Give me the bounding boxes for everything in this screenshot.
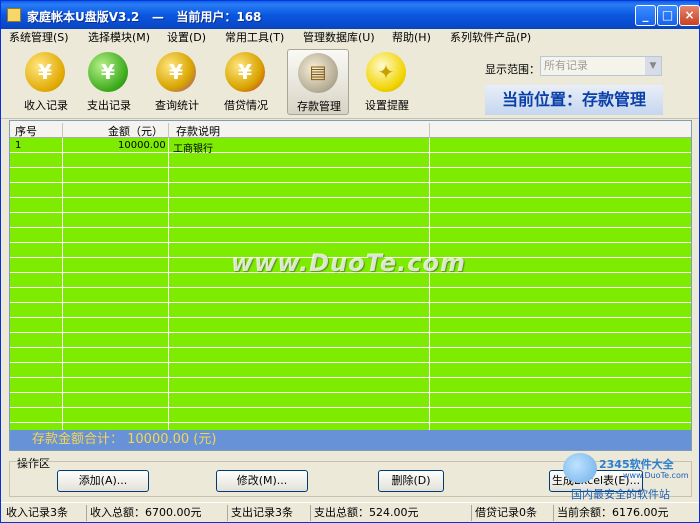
status-income-count: 收入记录3条 — [6, 506, 68, 519]
status-expense-count: 支出记录3条 — [227, 505, 293, 521]
menu-database[interactable]: 管理数据库(U) — [303, 30, 375, 46]
status-loan-count: 借贷记录0条 — [471, 505, 537, 521]
total-summary-bar: 存款金额合计： 10000.00 (元) — [10, 430, 691, 450]
toolbar-income-button[interactable]: ¥ 收入记录 — [15, 49, 77, 115]
column-header-amount[interactable]: 金额（元） — [108, 123, 163, 139]
toolbar-expense-button[interactable]: ¥ 支出记录 — [78, 49, 140, 115]
minimize-button[interactable]: _ — [635, 5, 656, 26]
logo-slogan: 国内最安全的软件站 — [571, 488, 670, 501]
status-bar: 收入记录3条 收入总额：6700.00元 支出记录3条 支出总额：524.00元… — [1, 502, 699, 522]
display-range-label: 显示范围： — [485, 63, 540, 76]
cell-amount: 10000.00 — [118, 140, 166, 151]
column-header-desc[interactable]: 存款说明 — [176, 123, 220, 139]
table-row[interactable]: 1 10000.00 工商银行 — [10, 138, 691, 155]
cell-no: 1 — [15, 140, 22, 151]
status-income-total: 收入总额：6700.00元 — [86, 505, 202, 521]
chevron-down-icon[interactable]: ▼ — [645, 57, 661, 75]
logo-url: www.DuoTe.com — [623, 471, 689, 480]
menu-bar: 系统管理(S) 选择模块(M) 设置(D) 常用工具(T) 管理数据库(U) 帮… — [1, 29, 699, 47]
toolbar-income-label: 收入记录 — [24, 99, 68, 112]
edit-button[interactable]: 修改(M)... — [216, 470, 308, 492]
toolbar-deposit-button[interactable]: ▤ 存款管理 — [287, 49, 349, 115]
menu-select-module[interactable]: 选择模块(M) — [88, 30, 150, 46]
yen-expense-icon: ¥ — [88, 52, 128, 92]
duote-watermark: www.DuoTe.com — [231, 249, 466, 277]
menu-system[interactable]: 系统管理(S) — [9, 30, 69, 46]
add-button[interactable]: 添加(A)... — [57, 470, 149, 492]
yen-query-icon: ¥ — [156, 52, 196, 92]
maximize-button[interactable]: □ — [657, 5, 678, 26]
table-header: 序号 金额（元） 存款说明 — [10, 121, 691, 140]
cell-desc: 工商银行 — [173, 144, 213, 155]
app-icon — [7, 8, 21, 22]
menu-help[interactable]: 帮助(H) — [392, 30, 431, 46]
current-location-banner: 当前位置：存款管理 — [485, 85, 663, 115]
total-summary-text: 存款金额合计： 10000.00 (元) — [32, 432, 217, 447]
app-window: 家庭帐本U盘版V3.2 — 当前用户：168 _ □ × 系统管理(S) 选择模… — [0, 0, 700, 523]
menu-tools[interactable]: 常用工具(T) — [225, 30, 284, 46]
toolbar-query-label: 查询统计 — [155, 99, 199, 112]
close-button[interactable]: × — [679, 5, 700, 26]
window-title: 家庭帐本U盘版V3.2 — 当前用户：168 — [27, 10, 262, 24]
deposit-books-icon: ▤ — [298, 53, 338, 93]
yen-income-icon: ¥ — [25, 52, 65, 92]
toolbar-reminder-label: 设置提醒 — [365, 99, 409, 112]
toolbar-expense-label: 支出记录 — [87, 99, 131, 112]
2345-logo: 2345软件大全 www.DuoTe.com 国内最安全的软件站 — [561, 453, 700, 503]
mascot-icon — [563, 453, 597, 483]
yen-loan-icon: ¥ — [225, 52, 265, 92]
display-range-value: 所有记录 — [544, 59, 588, 72]
lightbulb-icon: ✦ — [366, 52, 406, 92]
column-header-no[interactable]: 序号 — [15, 123, 37, 139]
display-range-select[interactable]: 所有记录 ▼ — [540, 56, 662, 76]
toolbar-loan-button[interactable]: ¥ 借贷情况 — [215, 49, 277, 115]
deposit-table[interactable]: 序号 金额（元） 存款说明 1 10000.00 工商银行 存款金额合计： 10… — [9, 120, 692, 451]
delete-button[interactable]: 删除(D) — [378, 470, 444, 492]
title-bar: 家庭帐本U盘版V3.2 — 当前用户：168 _ □ × — [1, 1, 700, 29]
menu-settings[interactable]: 设置(D) — [167, 30, 206, 46]
toolbar-query-button[interactable]: ¥ 查询统计 — [146, 49, 208, 115]
logo-brand: 2345软件大全 — [599, 458, 674, 471]
table-rows — [10, 138, 691, 436]
menu-products[interactable]: 系列软件产品(P) — [450, 30, 531, 46]
status-expense-total: 支出总额：524.00元 — [310, 505, 419, 521]
toolbar-deposit-label: 存款管理 — [297, 100, 341, 113]
toolbar-loan-label: 借贷情况 — [224, 99, 268, 112]
status-balance: 当前余额：6176.00元 — [553, 505, 669, 521]
toolbar-reminder-button[interactable]: ✦ 设置提醒 — [356, 49, 418, 115]
